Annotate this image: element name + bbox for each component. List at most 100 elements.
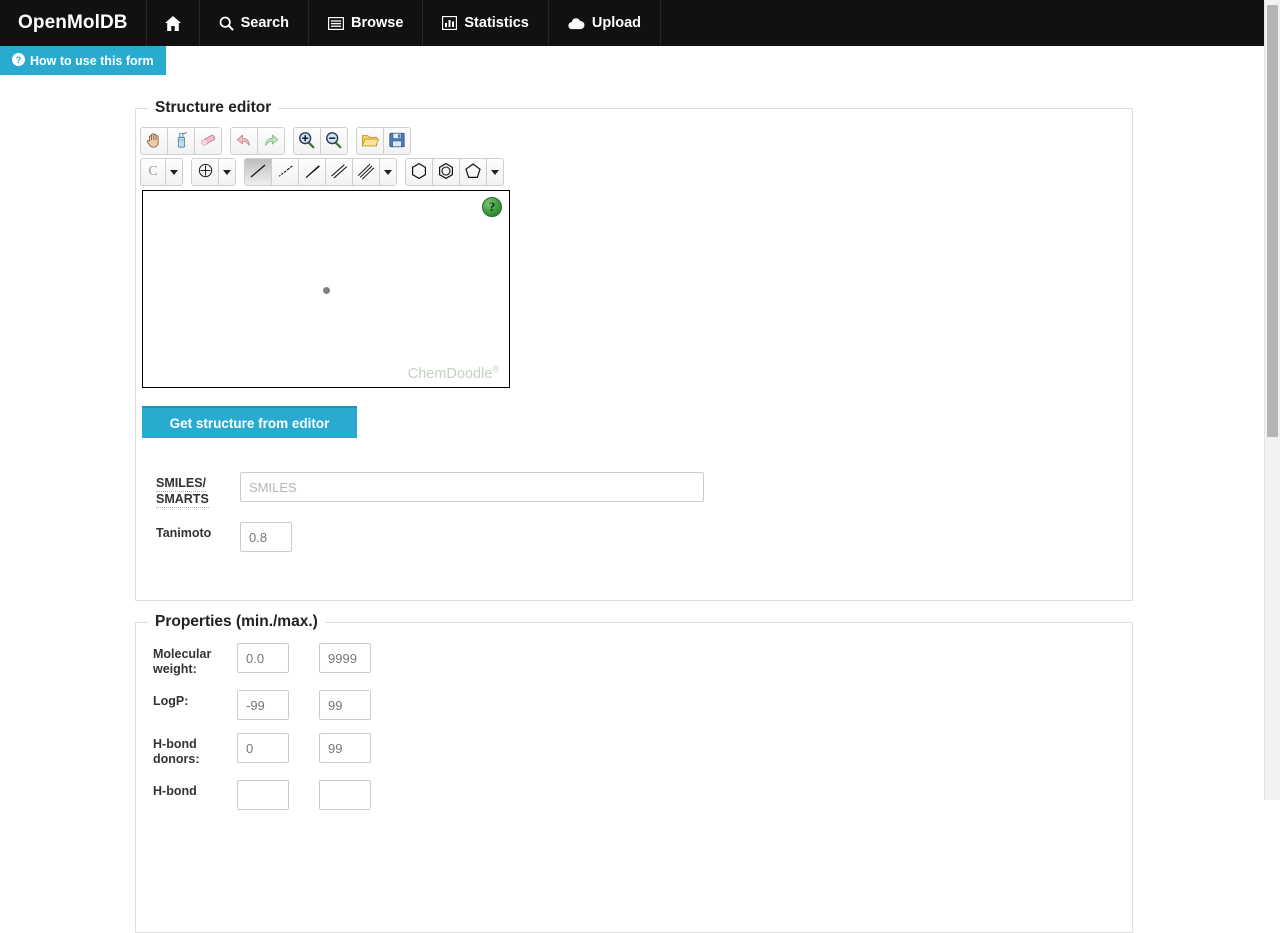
hbond-donors-min-input[interactable] (237, 733, 289, 763)
svg-text:?: ? (16, 54, 22, 64)
smiles-smarts-label: SMILES/ SMARTS (156, 472, 240, 508)
editor-toolbar-row-2: C (139, 158, 1132, 186)
hbond-acceptors-min-input[interactable] (237, 780, 289, 810)
editor-toolbar-row-1 (139, 127, 1132, 155)
canvas-help-icon[interactable]: ? (482, 197, 502, 217)
nav-statistics-label: Statistics (464, 15, 529, 31)
cloud-upload-icon (568, 17, 585, 30)
toolbar-group-zoom (293, 127, 348, 155)
pan-tool-button[interactable] (140, 127, 168, 155)
charge-dropdown-button[interactable] (218, 158, 236, 186)
brand-logo[interactable]: OpenMolDB (0, 0, 147, 46)
properties-rows: Molecular weight: LogP: H-bond donors: H… (136, 631, 1132, 810)
hbond-acceptors-max-input[interactable] (319, 780, 371, 810)
molecular-weight-label: Molecular weight: (153, 643, 237, 677)
open-file-button[interactable] (356, 127, 384, 155)
navbar-filler (661, 0, 1271, 46)
molecular-weight-row: Molecular weight: (153, 643, 1132, 677)
logp-label-text: LogP: (153, 694, 189, 708)
chevron-down-icon (491, 169, 499, 175)
ring-hexagon-button[interactable] (405, 158, 433, 186)
bond-triple-button[interactable] (352, 158, 380, 186)
nav-home[interactable] (147, 0, 200, 46)
undo-button[interactable] (230, 127, 258, 155)
bond-hash-button[interactable] (271, 158, 299, 186)
molecular-weight-min-input[interactable] (237, 643, 289, 673)
smiles-smarts-row: SMILES/ SMARTS (156, 472, 1132, 508)
search-icon (219, 16, 234, 31)
get-structure-from-editor-button[interactable]: Get structure from editor (142, 406, 357, 438)
triple-bond-icon (356, 161, 376, 184)
erase-tool-button[interactable] (194, 127, 222, 155)
tanimoto-input[interactable] (240, 522, 292, 552)
charge-tool-button[interactable] (191, 158, 219, 186)
hbond-donors-max-input[interactable] (319, 733, 371, 763)
chevron-down-icon (384, 169, 392, 175)
structure-editor-legend: Structure editor (155, 99, 272, 116)
zoom-in-button[interactable] (293, 127, 321, 155)
nav-upload[interactable]: Upload (549, 0, 662, 46)
folder-open-icon (361, 131, 379, 152)
bar-chart-icon (442, 16, 458, 30)
single-bond-icon (248, 161, 268, 184)
toolbar-group-bonds (244, 158, 397, 186)
how-to-use-form-button[interactable]: ? How to use this form (0, 46, 166, 75)
pentagon-icon (463, 161, 483, 184)
question-circle-icon: ? (12, 52, 25, 69)
structure-query-fields: SMILES/ SMARTS Tanimoto (139, 472, 1132, 552)
page-scrollbar-thumb[interactable] (1267, 5, 1278, 437)
magnifier-plus-icon (298, 131, 316, 152)
smiles-smarts-input[interactable] (240, 472, 704, 502)
smiles-smarts-label-line1: SMILES/ (156, 476, 207, 492)
nav-browse[interactable]: Browse (309, 0, 424, 46)
hbond-donors-label-line1: H-bond (153, 737, 197, 751)
hashed-bond-icon (275, 161, 295, 184)
nav-browse-label: Browse (351, 15, 404, 31)
tanimoto-row: Tanimoto (156, 522, 1132, 552)
hbond-donors-label: H-bond donors: (153, 733, 237, 767)
bond-dropdown-button[interactable] (379, 158, 397, 186)
select-tool-button[interactable] (167, 127, 195, 155)
bond-double-button[interactable] (325, 158, 353, 186)
logp-max-input[interactable] (319, 690, 371, 720)
molecular-weight-max-input[interactable] (319, 643, 371, 673)
redo-arrow-icon (262, 131, 280, 152)
hbond-acceptors-label-line1: H-bond (153, 784, 197, 798)
chemdoodle-watermark-mark: ® (492, 364, 499, 375)
ring-pentagon-button[interactable] (459, 158, 487, 186)
hand-icon (145, 131, 163, 152)
canvas-atom-point[interactable] (323, 287, 330, 294)
bond-single-button[interactable] (244, 158, 272, 186)
hbond-acceptors-row: H-bond (153, 780, 1132, 810)
tanimoto-label-text: Tanimoto (156, 526, 212, 540)
ring-dropdown-button[interactable] (486, 158, 504, 186)
zoom-out-button[interactable] (320, 127, 348, 155)
properties-legend: Properties (min./max.) (155, 613, 318, 630)
hbond-donors-row: H-bond donors: (153, 733, 1132, 767)
redo-button[interactable] (257, 127, 285, 155)
logp-row: LogP: (153, 690, 1132, 720)
nav-statistics[interactable]: Statistics (423, 0, 549, 46)
ring-benzene-button[interactable] (432, 158, 460, 186)
save-file-button[interactable] (383, 127, 411, 155)
logp-min-input[interactable] (237, 690, 289, 720)
double-bond-icon (329, 161, 349, 184)
eraser-icon (199, 131, 217, 152)
chemdoodle-sketcher-canvas[interactable]: ? ChemDoodle® (142, 190, 510, 388)
bond-wedge-button[interactable] (298, 158, 326, 186)
how-to-use-form-label: How to use this form (30, 53, 154, 68)
chemdoodle-watermark: ChemDoodle® (408, 364, 499, 382)
element-dropdown-button[interactable] (165, 158, 183, 186)
properties-panel: Properties (min./max.) Molecular weight:… (135, 613, 1133, 933)
top-navbar: OpenMolDB Search Browse Statistics Uploa… (0, 0, 1271, 46)
home-icon (164, 15, 181, 31)
hbond-acceptors-label: H-bond (153, 780, 237, 799)
plus-circle-icon (197, 162, 214, 182)
list-icon (328, 16, 344, 30)
page-scrollbar[interactable] (1264, 0, 1280, 800)
magnifier-minus-icon (325, 131, 343, 152)
element-carbon-button[interactable]: C (140, 158, 166, 186)
nav-search[interactable]: Search (200, 0, 309, 46)
toolbar-group-element: C (140, 158, 183, 186)
hexagon-icon (409, 161, 429, 184)
